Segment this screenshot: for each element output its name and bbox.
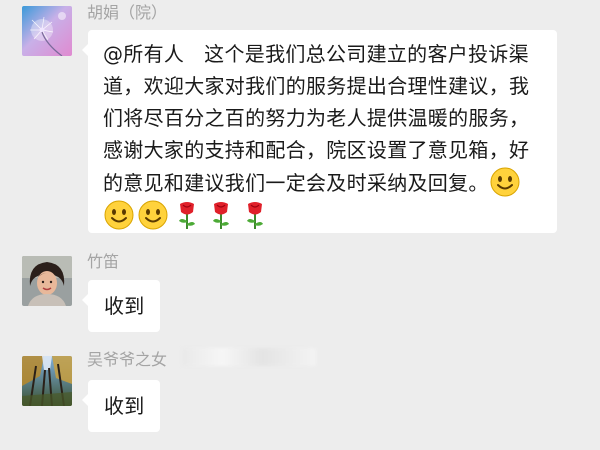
woman-portrait-avatar[interactable] [22,256,72,306]
message-text: @所有人 这个是我们总公司建立的客户投诉渠道，欢迎大家对我们的服务提出合理性建议… [103,42,530,195]
message-bubble[interactable]: 收到 [82,380,160,432]
sender-name: 竹笛 [87,252,120,271]
dandelion-photo-avatar[interactable] [22,6,72,56]
dandelion-photo-icon [22,6,72,56]
sender-name: 胡娟（院） [87,3,168,22]
redacted-name-overlay [182,348,316,366]
chat-message-list[interactable]: 胡娟（院） @所有人 这个是我们总公司建立的客户投诉渠道，欢迎大家对我们的服务提… [0,0,600,450]
rose-emoji-icon [247,202,263,229]
smile-emoji-icon [138,200,168,230]
smile-emoji-icon [490,167,520,197]
forest-photo-avatar[interactable] [22,356,72,406]
rose-emoji-icon [179,202,195,229]
forest-photo-icon [22,356,72,406]
emoji-row [103,199,543,231]
message-text: 收到 [104,394,145,418]
rose-emoji-icon [213,202,229,229]
message-bubble[interactable]: 收到 [82,280,160,332]
smile-emoji-icon [104,200,134,230]
woman-portrait-icon [22,256,72,306]
message-bubble[interactable]: @所有人 这个是我们总公司建立的客户投诉渠道，欢迎大家对我们的服务提出合理性建议… [82,30,557,233]
message-text: 收到 [104,294,145,318]
sender-name: 吴爷爷之女 [87,350,168,369]
